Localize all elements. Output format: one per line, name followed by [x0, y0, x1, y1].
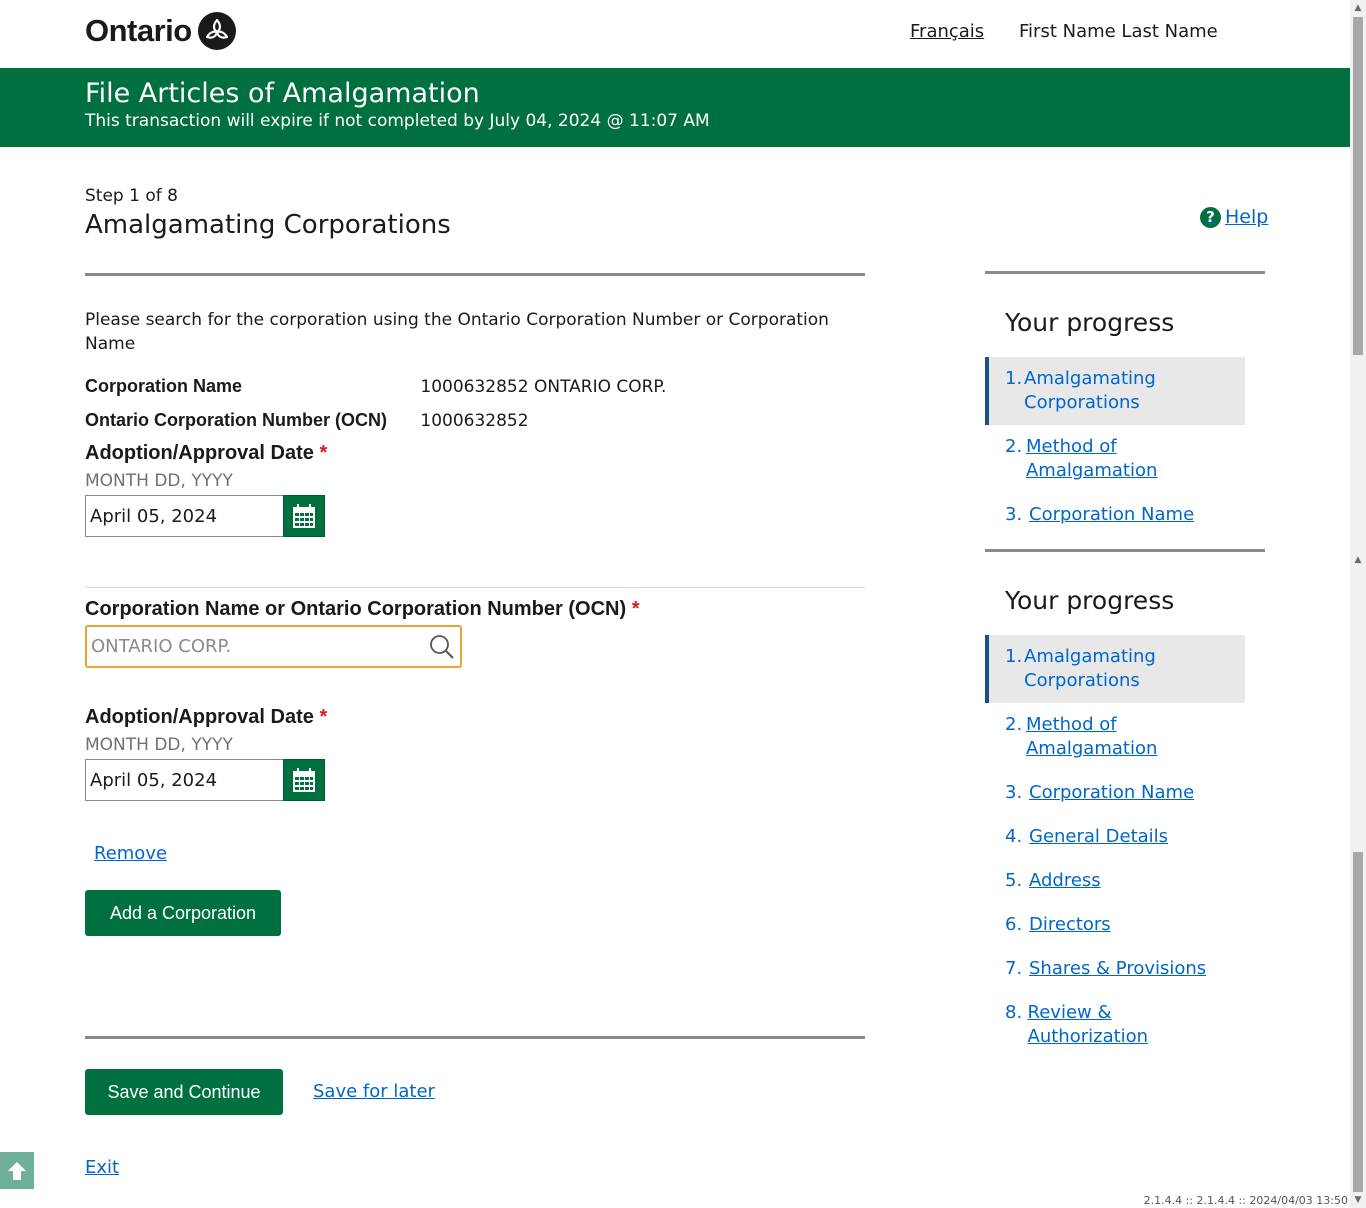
- progress-number: 5.: [1005, 870, 1023, 891]
- progress-panel: Your progress 1. Amalgamating Corporatio…: [985, 271, 1265, 537]
- scrollbar-thumb[interactable]: [1353, 17, 1363, 355]
- progress-item-directors[interactable]: 6. Directors: [985, 903, 1245, 947]
- adoption-date-label-text: Adoption/Approval Date: [85, 442, 314, 464]
- section-divider: [85, 273, 865, 276]
- exit-link[interactable]: Exit: [85, 1157, 119, 1178]
- progress-list: 1. Amalgamating Corporations 2. Method o…: [985, 635, 1265, 1059]
- progress-number: 3.: [1005, 504, 1023, 525]
- transaction-banner: File Articles of Amalgamation This trans…: [0, 68, 1350, 147]
- adoption-date-input[interactable]: April 05, 2024: [85, 495, 283, 537]
- progress-link[interactable]: Shares & Provisions: [1029, 957, 1206, 981]
- progress-number: 3.: [1005, 782, 1023, 803]
- progress-link[interactable]: Method of Amalgamation: [1026, 435, 1225, 483]
- help-label: Help: [1225, 206, 1269, 228]
- remove-corporation-link[interactable]: Remove: [94, 843, 167, 864]
- scroll-mid-arrow-icon[interactable]: ▲: [1350, 552, 1366, 568]
- progress-item-corporation-name[interactable]: 3. Corporation Name: [985, 493, 1245, 537]
- calendar-button[interactable]: [283, 495, 325, 537]
- adoption-date-label-2: Adoption/Approval Date *: [85, 706, 327, 729]
- progress-item-review-authorization[interactable]: 8. Review & Authorization: [985, 991, 1245, 1059]
- progress-number: 1.: [1005, 646, 1023, 667]
- progress-number: 2.: [1005, 714, 1023, 735]
- corporation-name-label: Corporation Name: [85, 376, 243, 396]
- progress-link[interactable]: Address: [1029, 869, 1101, 893]
- page-scrollbar[interactable]: ▲ ▲ ▼: [1350, 0, 1366, 1208]
- expiry-notice: This transaction will expire if not comp…: [85, 111, 710, 131]
- corporation-name-value: 1000632852 ONTARIO CORP.: [420, 377, 667, 397]
- progress-item-address[interactable]: 5. Address: [985, 859, 1245, 903]
- logo-text: Ontario: [85, 13, 192, 48]
- scroll-down-arrow-icon[interactable]: ▼: [1350, 1192, 1366, 1208]
- progress-number: 8.: [1005, 1002, 1023, 1023]
- progress-item-method-of-amalgamation[interactable]: 2. Method of Amalgamation: [985, 425, 1245, 493]
- progress-link[interactable]: Review & Authorization: [1028, 1001, 1225, 1049]
- progress-item-shares-provisions[interactable]: 7. Shares & Provisions: [985, 947, 1245, 991]
- help-link[interactable]: ? Help: [1200, 206, 1268, 228]
- progress-link[interactable]: Amalgamating Corporations: [1024, 645, 1225, 693]
- progress-link[interactable]: Directors: [1029, 913, 1111, 937]
- progress-number: 1.: [1005, 368, 1023, 389]
- progress-title: Your progress: [1005, 586, 1175, 615]
- corporation-search-label: Corporation Name or Ontario Corporation …: [85, 598, 639, 621]
- progress-title: Your progress: [1005, 308, 1175, 337]
- search-placeholder: ONTARIO CORP.: [91, 636, 232, 657]
- scrollbar-thumb-2[interactable]: [1353, 852, 1363, 1192]
- progress-link[interactable]: Corporation Name: [1029, 781, 1194, 805]
- date-format-hint: MONTH DD, YYYY: [85, 471, 233, 491]
- calendar-button-2[interactable]: [283, 759, 325, 801]
- arrow-up-icon: [8, 1161, 26, 1180]
- corporation-search-label-text: Corporation Name or Ontario Corporation …: [85, 598, 627, 620]
- version-info: 2.1.4.4 :: 2.1.4.4 :: 2024/04/03 13:50: [1143, 1194, 1348, 1207]
- page-title: Amalgamating Corporations: [85, 210, 451, 240]
- scroll-up-arrow-icon[interactable]: ▲: [1350, 0, 1366, 16]
- add-corporation-button[interactable]: Add a Corporation: [85, 890, 281, 936]
- calendar-icon: [293, 504, 315, 528]
- progress-link[interactable]: General Details: [1029, 825, 1168, 849]
- ocn-value: 1000632852: [420, 411, 529, 431]
- progress-link[interactable]: Corporation Name: [1029, 503, 1194, 527]
- site-header: Ontario Français First Name Last Name: [0, 0, 1350, 68]
- required-marker: *: [319, 706, 328, 728]
- corporation-divider: [85, 587, 865, 588]
- section-divider-bottom: [85, 1036, 865, 1039]
- progress-item-method-of-amalgamation[interactable]: 2. Method of Amalgamation: [985, 703, 1245, 771]
- banner-title: File Articles of Amalgamation: [85, 78, 480, 109]
- progress-item-corporation-name[interactable]: 3. Corporation Name: [985, 771, 1245, 815]
- progress-item-amalgamating-corporations[interactable]: 1. Amalgamating Corporations: [985, 357, 1245, 425]
- progress-number: 7.: [1005, 958, 1023, 979]
- search-icon[interactable]: [428, 633, 456, 661]
- language-toggle-link[interactable]: Français: [910, 21, 984, 42]
- progress-link[interactable]: Method of Amalgamation: [1026, 713, 1225, 761]
- ocn-row: Ontario Corporation Number (OCN) 1000632…: [85, 410, 529, 431]
- step-indicator: Step 1 of 8: [85, 186, 178, 206]
- adoption-date-label-text: Adoption/Approval Date: [85, 706, 314, 728]
- calendar-icon: [293, 768, 315, 792]
- corporation-search-input[interactable]: ONTARIO CORP.: [85, 625, 462, 668]
- trillium-icon: [197, 12, 236, 50]
- ocn-label: Ontario Corporation Number (OCN): [85, 410, 387, 430]
- adoption-date-input-2[interactable]: April 05, 2024: [85, 759, 283, 801]
- search-instructions: Please search for the corporation using …: [85, 310, 829, 354]
- progress-number: 6.: [1005, 914, 1023, 935]
- ontario-logo[interactable]: Ontario: [85, 12, 236, 50]
- adoption-date-label: Adoption/Approval Date *: [85, 442, 327, 465]
- progress-link[interactable]: Amalgamating Corporations: [1024, 367, 1225, 415]
- save-for-later-link[interactable]: Save for later: [313, 1081, 435, 1102]
- save-and-continue-button[interactable]: Save and Continue: [85, 1069, 283, 1115]
- progress-number: 2.: [1005, 436, 1023, 457]
- date-format-hint: MONTH DD, YYYY: [85, 735, 233, 755]
- corporation-name-row: Corporation Name 1000632852 ONTARIO CORP…: [85, 376, 666, 397]
- progress-panel-full: Your progress 1. Amalgamating Corporatio…: [985, 549, 1265, 1059]
- required-marker: *: [631, 598, 640, 620]
- progress-number: 4.: [1005, 826, 1023, 847]
- progress-list: 1. Amalgamating Corporations 2. Method o…: [985, 357, 1265, 537]
- required-marker: *: [319, 442, 328, 464]
- progress-item-amalgamating-corporations[interactable]: 1. Amalgamating Corporations: [985, 635, 1245, 703]
- progress-item-general-details[interactable]: 4. General Details: [985, 815, 1245, 859]
- back-to-top-button[interactable]: [0, 1152, 34, 1189]
- user-name[interactable]: First Name Last Name: [1019, 21, 1218, 42]
- question-circle-icon: ?: [1200, 206, 1221, 228]
